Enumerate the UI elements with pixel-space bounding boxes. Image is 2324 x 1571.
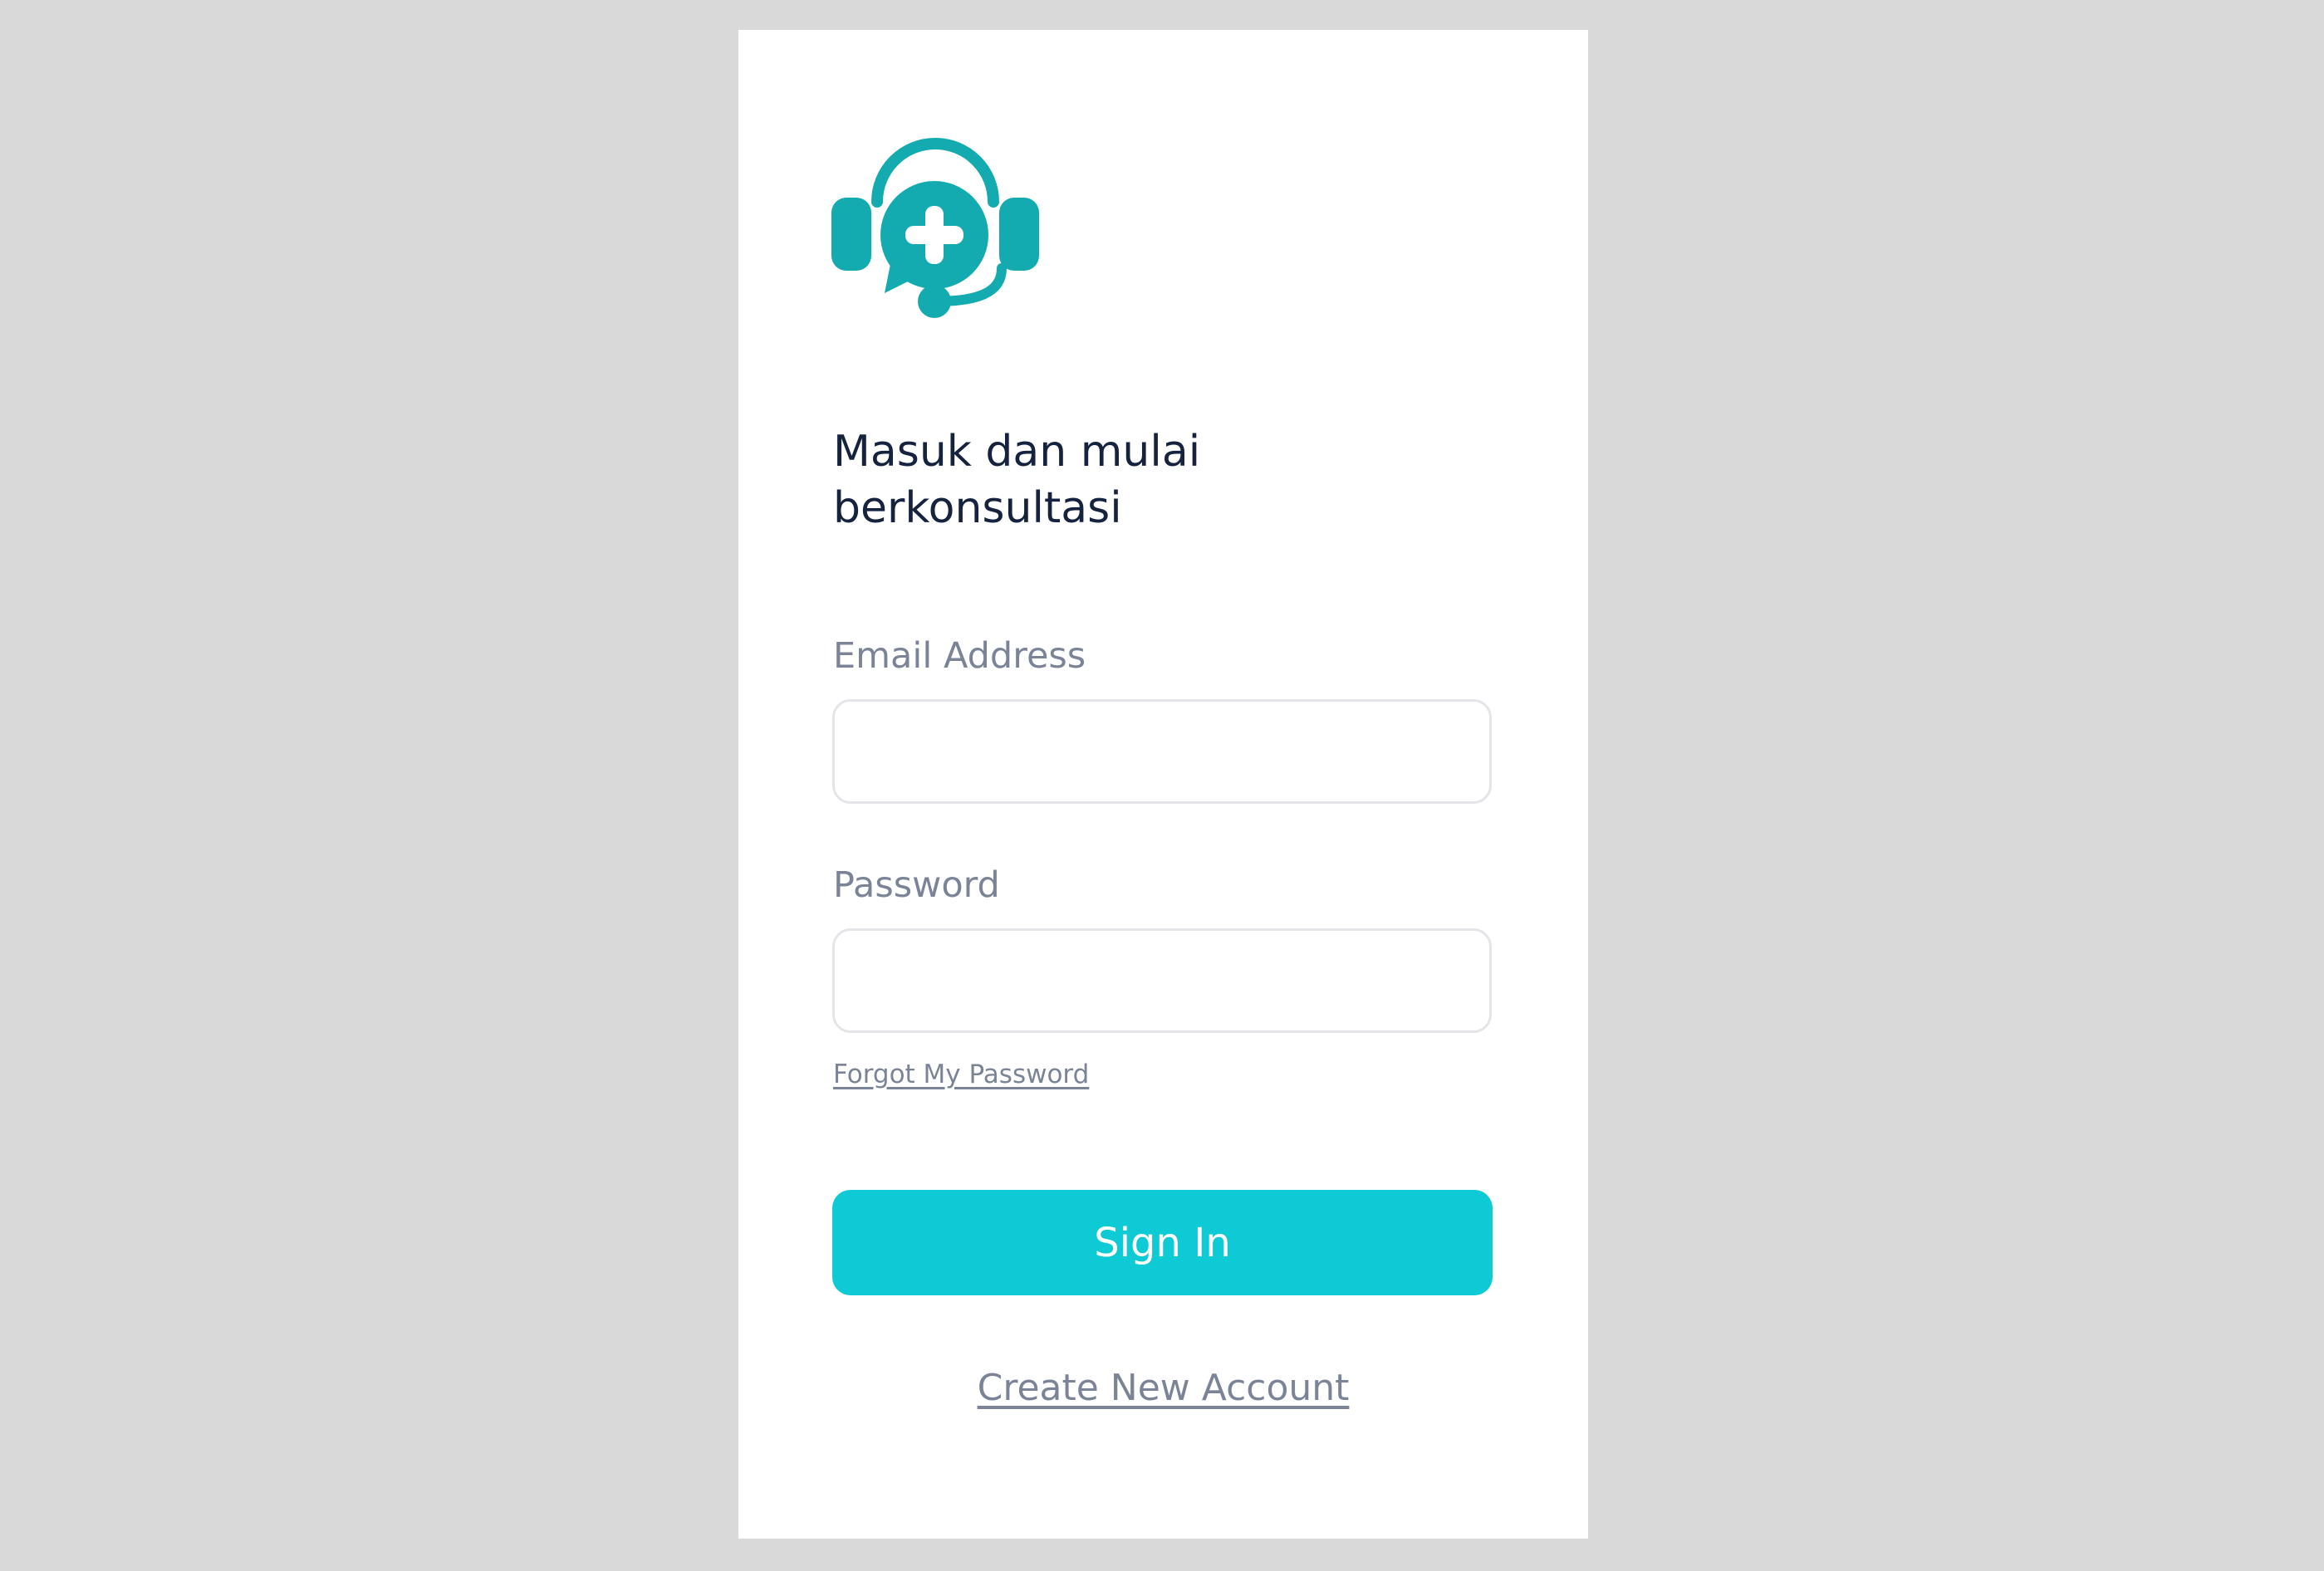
forgot-password-link[interactable]: Forgot My Password (833, 1056, 1089, 1093)
page-title: Masuk dan mulai berkonsultasi (833, 423, 1415, 536)
sign-in-button[interactable]: Sign In (832, 1190, 1493, 1295)
page-title-line-2: berkonsultasi (833, 483, 1122, 533)
password-field-label: Password (833, 864, 1000, 906)
page-title-line-1: Masuk dan mulai (833, 427, 1201, 477)
medical-consult-headset-icon (831, 123, 1039, 330)
password-field[interactable] (832, 928, 1492, 1033)
email-field[interactable] (832, 699, 1492, 804)
create-account-link[interactable]: Create New Account (978, 1367, 1350, 1409)
login-card: Masuk dan mulai berkonsultasi Email Addr… (738, 30, 1588, 1539)
email-field-label: Email Address (833, 635, 1086, 677)
create-account-row: Create New Account (738, 1363, 1588, 1413)
